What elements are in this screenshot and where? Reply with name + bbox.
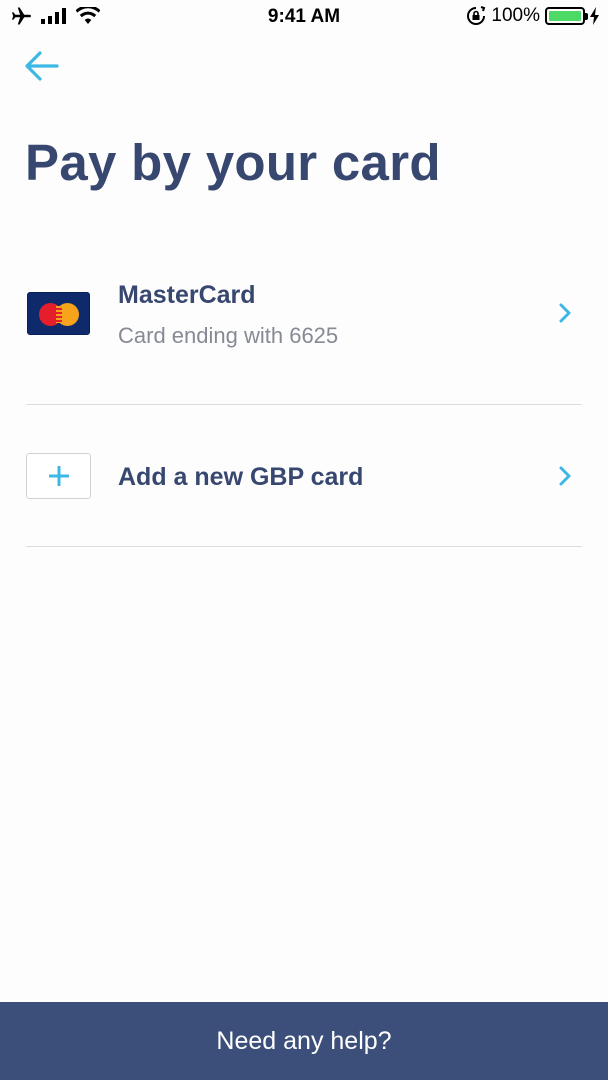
battery-percent: 100% <box>491 5 540 26</box>
charging-icon <box>590 7 599 25</box>
arrow-left-icon <box>25 51 59 81</box>
divider <box>26 546 582 547</box>
battery-fill <box>549 11 581 21</box>
status-bar: 9:41 AM 100% <box>0 0 608 34</box>
battery-icon <box>545 7 588 25</box>
payment-screen: 9:41 AM 100% Pay by your card MasterCard… <box>0 0 608 1080</box>
back-button[interactable] <box>24 50 62 84</box>
mastercard-overlap <box>56 306 62 323</box>
add-card-row[interactable]: Add a new GBP card <box>0 430 608 525</box>
rotation-lock-icon <box>467 6 486 25</box>
chevron-right-icon <box>559 466 571 486</box>
plus-icon <box>49 466 69 486</box>
card-name: MasterCard <box>118 281 256 309</box>
chevron-right-icon <box>559 303 571 323</box>
card-subtitle: Card ending with 6625 <box>118 323 339 348</box>
divider <box>26 404 582 405</box>
help-button[interactable]: Need any help? <box>0 1002 608 1080</box>
add-card-box <box>26 453 91 499</box>
add-card-label: Add a new GBP card <box>118 463 364 491</box>
mastercard-logo-icon <box>27 292 90 335</box>
page-title: Pay by your card <box>25 134 441 191</box>
saved-card-row[interactable]: MasterCard Card ending with 6625 <box>0 262 608 382</box>
status-right-group: 100% <box>466 5 600 27</box>
